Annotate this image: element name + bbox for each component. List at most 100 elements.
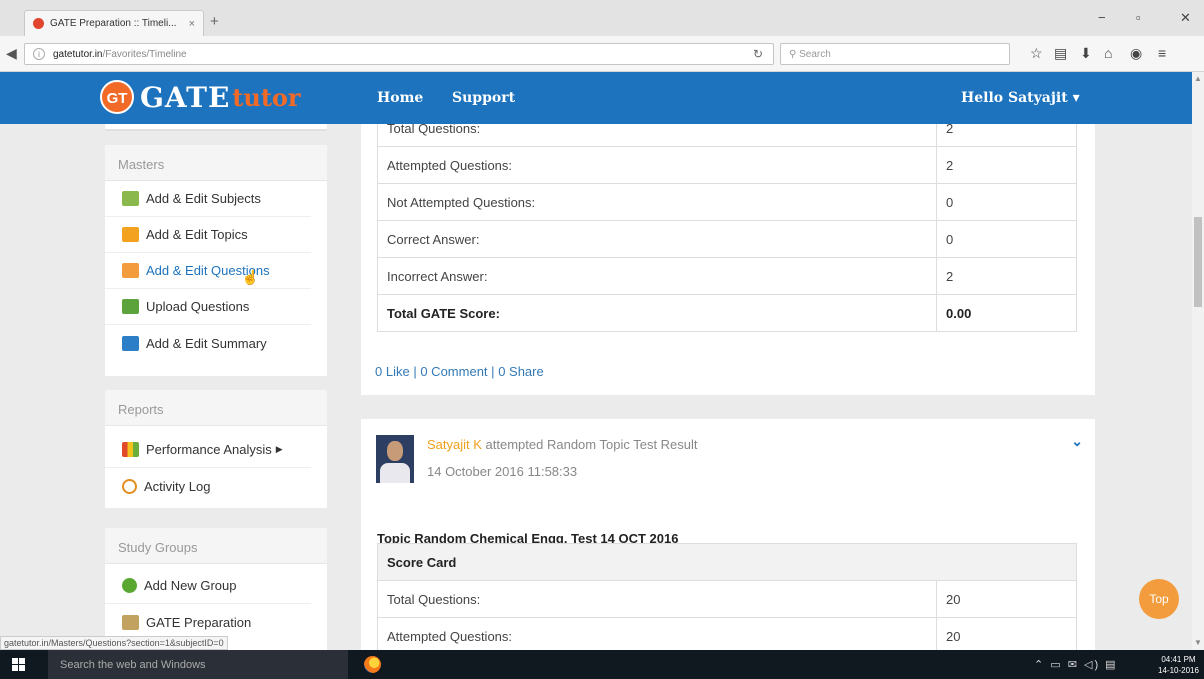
site-logo[interactable]: GT GATE tutor — [100, 80, 301, 114]
scroll-top-button[interactable]: Top — [1139, 579, 1179, 619]
sidebar-item-label: GATE Preparation — [146, 614, 252, 630]
sidebar-item-label: Add & Edit Topics — [146, 227, 248, 242]
score-card-heading: Score Card — [377, 543, 1077, 581]
minimize-icon[interactable]: − — [1098, 10, 1106, 25]
taskbar-search-input[interactable]: Search the web and Windows — [48, 650, 348, 679]
sidebar-item-add-new-group[interactable]: Add New Group — [105, 568, 311, 604]
browser-toolbar: ◀ i gatetutor.in/Favorites/Timeline ↻ ⚲ … — [0, 36, 1204, 72]
site-header: GT GATE tutor Home Support Hello Satyaji… — [0, 72, 1192, 124]
sidebar-item-add-edit-topics[interactable]: Add & Edit Topics — [105, 217, 311, 253]
avatar[interactable] — [376, 435, 414, 483]
nav-home[interactable]: Home — [377, 90, 423, 106]
score-table: Attempted Questions: 2 Not Attempted Que… — [377, 146, 1077, 332]
firefox-icon[interactable] — [364, 656, 381, 673]
maximize-icon[interactable]: ▫ — [1136, 10, 1141, 25]
timeline-post-2: Satyajit K attempted Random Topic Test R… — [361, 419, 1095, 655]
sidebar-item-label: Performance Analysis — [146, 442, 272, 457]
menu-icon[interactable]: ≡ — [1158, 45, 1166, 61]
user-menu[interactable]: Hello Satyajit ▾ — [961, 90, 1080, 106]
url-path: /Favorites/Timeline — [102, 49, 187, 60]
post-user-link[interactable]: Satyajit K — [427, 437, 482, 452]
row-label: Attempted Questions: — [377, 617, 937, 655]
sidebar-item-label: Add New Group — [144, 578, 237, 593]
search-icon: ⚲ — [789, 49, 800, 60]
table-row: Attempted Questions: 20 — [377, 617, 1077, 655]
summary-icon — [122, 335, 139, 351]
masters-heading: Masters — [105, 145, 327, 181]
row-label: Total GATE Score: — [377, 294, 937, 332]
upload-icon — [122, 299, 139, 314]
info-icon[interactable]: i — [33, 48, 45, 60]
taskbar-clock[interactable]: 04:41 PM 14-10-2016 — [1158, 654, 1199, 676]
nav-support[interactable]: Support — [452, 90, 515, 106]
reload-icon[interactable]: ↻ — [753, 47, 763, 61]
windows-taskbar: Search the web and Windows ⌃ ▭ ✉ ◁) ▤ 04… — [0, 650, 1204, 679]
page-scrollbar[interactable]: ▲ ▼ — [1192, 72, 1204, 650]
windows-start-icon[interactable] — [12, 658, 25, 671]
browser-titlebar: GATE Preparation :: Timeli... × + − ▫ ✕ — [0, 0, 1204, 36]
sidebar-panel-top — [105, 124, 327, 131]
avatar-shirt — [380, 463, 410, 483]
scroll-down-icon[interactable]: ▼ — [1194, 638, 1202, 647]
bookmark-star-icon[interactable]: ☆ — [1030, 45, 1043, 62]
pencil-icon — [122, 227, 139, 242]
table-row: Total Questions: 2 — [377, 124, 1077, 146]
comment-link[interactable]: 0 Comment — [420, 364, 487, 379]
sidebar-item-add-edit-subjects[interactable]: Add & Edit Subjects — [105, 181, 311, 217]
back-arrow-icon[interactable]: ◀ — [6, 45, 17, 62]
row-label: Attempted Questions: — [377, 146, 937, 184]
masters-panel: Masters Add & Edit Subjects Add & Edit T… — [105, 145, 327, 376]
share-link[interactable]: 0 Share — [498, 364, 544, 379]
clock-date: 14-10-2016 — [1158, 666, 1199, 675]
tab-title: GATE Preparation :: Timeli... — [50, 18, 177, 29]
reports-panel: Reports Performance Analysis ▶ Activity … — [105, 390, 327, 508]
table-row: Total Questions: 20 — [377, 580, 1077, 618]
system-tray-icons[interactable]: ⌃ ▭ ✉ ◁) ▤ — [1034, 658, 1118, 671]
window-close-icon[interactable]: ✕ — [1180, 10, 1191, 26]
reading-list-icon[interactable]: ▤ — [1054, 45, 1067, 62]
row-value: 20 — [936, 580, 1077, 618]
browser-search-input[interactable]: ⚲ Search — [780, 43, 1010, 65]
sidebar-item-gate-preparation[interactable]: GATE Preparation — [105, 604, 311, 640]
hand-cursor-icon: ☝ — [241, 269, 260, 285]
sidebar-item-add-edit-summary[interactable]: Add & Edit Summary — [105, 325, 311, 361]
avatar-face — [387, 441, 403, 461]
status-bar-url: gatetutor.in/Masters/Questions?section=1… — [0, 636, 228, 650]
home-icon[interactable]: ⌂ — [1104, 45, 1112, 61]
table-row: Not Attempted Questions: 0 — [377, 183, 1077, 221]
table-row-total: Total GATE Score: 0.00 — [377, 294, 1077, 332]
sidebar-item-performance-analysis[interactable]: Performance Analysis ▶ — [105, 432, 311, 468]
separator: | — [491, 364, 495, 379]
row-label: Correct Answer: — [377, 220, 937, 258]
row-label: Not Attempted Questions: — [377, 183, 937, 221]
sidebar-item-label: Add & Edit Subjects — [146, 191, 261, 206]
post-action-text: attempted Random Topic Test Result — [485, 437, 698, 452]
chevron-down-icon[interactable]: ⌄ — [1071, 433, 1083, 450]
add-group-icon — [122, 578, 137, 593]
scroll-up-icon[interactable]: ▲ — [1194, 74, 1202, 83]
scrollbar-thumb[interactable] — [1194, 217, 1202, 307]
table-row: Correct Answer: 0 — [377, 220, 1077, 258]
sidebar-item-upload-questions[interactable]: Upload Questions — [105, 289, 311, 325]
post-actions: 0 Like | 0 Comment | 0 Share — [375, 364, 544, 379]
tab-close-icon[interactable]: × — [189, 18, 195, 30]
subjects-icon — [122, 191, 139, 206]
table-row: Incorrect Answer: 2 — [377, 257, 1077, 295]
row-value: 20 — [936, 617, 1077, 655]
sidebar-item-activity-log[interactable]: Activity Log — [105, 468, 311, 504]
new-tab-button[interactable]: + — [210, 13, 219, 30]
row-value: 2 — [936, 146, 1077, 184]
pocket-icon[interactable]: ◉ — [1130, 45, 1142, 62]
row-value: 2 — [936, 257, 1077, 295]
url-bar[interactable]: i gatetutor.in/Favorites/Timeline — [24, 43, 774, 65]
sidebar-item-add-edit-questions[interactable]: Add & Edit Questions ☝ — [105, 253, 311, 289]
row-value: 0 — [936, 220, 1077, 258]
sidebar-item-label: Activity Log — [144, 478, 211, 494]
score-card-table: Score Card Total Questions: 20 Attempted… — [377, 543, 1077, 655]
browser-tab[interactable]: GATE Preparation :: Timeli... × — [24, 10, 204, 36]
url-host: gatetutor.in — [53, 49, 103, 60]
search-placeholder: Search — [799, 49, 831, 60]
row-label: Incorrect Answer: — [377, 257, 937, 295]
like-link[interactable]: 0 Like — [375, 364, 410, 379]
download-icon[interactable]: ⬇ — [1080, 45, 1092, 62]
